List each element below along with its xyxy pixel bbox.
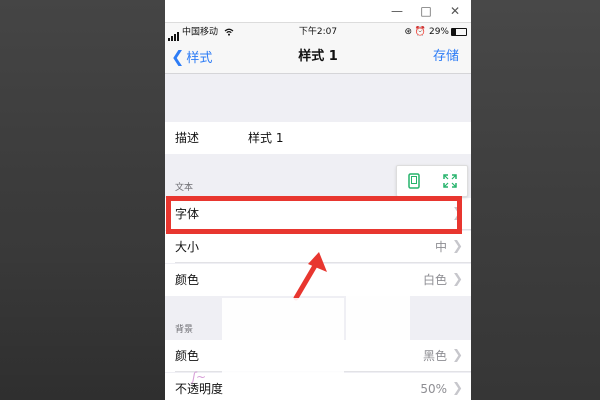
- window-titlebar: — □ ✕: [165, 0, 471, 23]
- opacity-value: 50%: [420, 382, 447, 396]
- description-row[interactable]: 描述 样式 1: [165, 122, 471, 154]
- chevron-right-icon: ❯: [452, 381, 463, 396]
- status-bar: 中国移动 下午2:07 ⊛ ⏰ 29%: [165, 23, 471, 41]
- save-button[interactable]: 存储: [433, 41, 459, 73]
- highlight-box: [166, 196, 462, 234]
- description-value[interactable]: 样式 1: [248, 122, 283, 154]
- background-color-label: 颜色: [175, 349, 200, 363]
- alarm-icon: ⏰: [414, 27, 427, 37]
- chevron-right-icon: ❯: [452, 272, 463, 287]
- floating-toolbar: [396, 165, 468, 197]
- close-icon[interactable]: ✕: [444, 2, 466, 20]
- size-value: 中: [434, 240, 447, 254]
- background-section-header: 背景: [175, 325, 194, 335]
- watermark-mark: ʃ~: [192, 370, 207, 384]
- blur-overlay: [222, 298, 344, 386]
- status-right: ⊛ ⏰ 29%: [404, 23, 467, 41]
- background-left: [0, 0, 165, 400]
- navigation-bar: ❮ 样式 样式 1 存储: [165, 41, 471, 74]
- page-title: 样式 1: [298, 49, 338, 64]
- text-section-header: 文本: [175, 183, 194, 193]
- background-color-value: 黑色: [422, 349, 447, 363]
- pointer-arrow-icon: [293, 252, 327, 301]
- description-label: 描述: [175, 131, 200, 145]
- chevron-right-icon: ❯: [452, 239, 463, 254]
- battery-percent: 29%: [428, 27, 449, 37]
- tablet-icon[interactable]: [397, 166, 431, 196]
- rotation-lock-icon: ⊛: [404, 27, 413, 37]
- size-label: 大小: [175, 240, 200, 254]
- minimize-icon[interactable]: —: [386, 2, 408, 20]
- blur-overlay: [346, 282, 410, 346]
- fullscreen-icon[interactable]: [433, 166, 467, 196]
- chevron-right-icon: ❯: [452, 348, 463, 363]
- text-color-label: 颜色: [175, 273, 200, 287]
- maximize-icon[interactable]: □: [415, 2, 437, 20]
- battery-icon: [451, 27, 467, 36]
- background-right: [471, 0, 600, 400]
- text-color-value: 白色: [422, 273, 447, 287]
